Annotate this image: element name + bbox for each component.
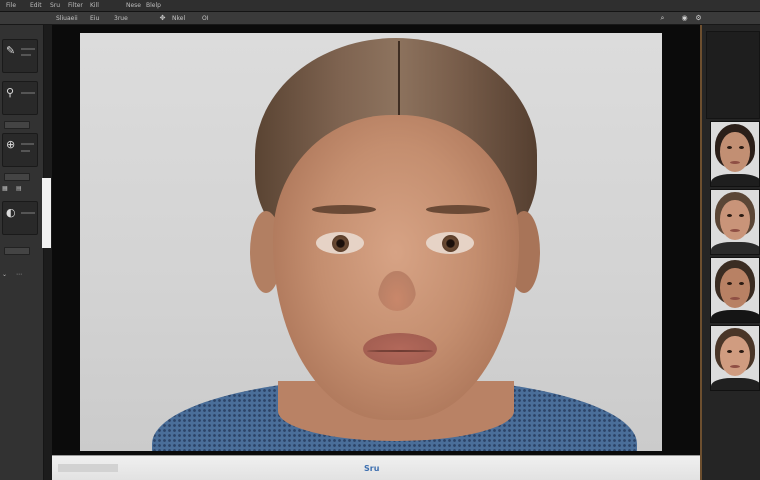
- tool-panel: ✎ ⚲ ⊕ ▦ ▤ ◐ ⌄ ⋯: [0, 25, 44, 480]
- thumbnail-face: [720, 336, 750, 376]
- thumbnail-eye: [727, 350, 732, 353]
- thumbnail-mouth: [730, 297, 740, 300]
- portrait-nose: [378, 271, 416, 311]
- portrait-thumbnail-2[interactable]: [710, 189, 760, 255]
- thumbnail-body: [711, 174, 759, 186]
- tool-row: [21, 143, 34, 145]
- thumbnail-body: [711, 378, 759, 390]
- chevron-down-icon[interactable]: ⌄: [2, 271, 14, 279]
- adjust-icon: ◐: [6, 206, 16, 219]
- eyedropper-icon: ⚲: [6, 86, 15, 99]
- status-bar: Sru: [52, 455, 700, 480]
- more-icon[interactable]: ⋯: [16, 271, 28, 279]
- thumbnail-eye: [739, 214, 744, 217]
- settings-icon[interactable]: ⚙: [694, 14, 703, 23]
- thumbnail-face: [720, 268, 750, 308]
- portrait-lip-line: [367, 350, 433, 352]
- lock-icon[interactable]: ◉: [680, 14, 689, 23]
- document-workspace: [52, 25, 700, 455]
- tool-row: [21, 92, 35, 94]
- portrait-iris-left: [332, 235, 349, 252]
- grid-icon[interactable]: ▤: [16, 185, 28, 193]
- tool-option-button[interactable]: [4, 247, 30, 255]
- option-1[interactable]: Sliuaeii: [56, 14, 78, 23]
- move-icon[interactable]: ✥: [158, 14, 167, 23]
- thumbnail-mouth: [730, 161, 740, 164]
- thumbnail-face: [720, 132, 750, 172]
- status-text: Sru: [364, 464, 380, 473]
- portrait-thumbnail-3[interactable]: [710, 257, 760, 323]
- portrait-thumbnail-4[interactable]: [710, 325, 760, 391]
- option-5[interactable]: OI: [202, 14, 209, 23]
- thumbnail-eye: [727, 214, 732, 217]
- thumbnail-eye: [739, 282, 744, 285]
- menu-blelp[interactable]: Blelp: [146, 1, 161, 11]
- thumbnail-eye: [739, 350, 744, 353]
- thumbnail-body: [711, 242, 759, 254]
- portrait-hair-part: [398, 41, 400, 121]
- portrait-iris-right: [442, 235, 459, 252]
- tool-eyedropper[interactable]: ⚲: [2, 81, 38, 115]
- option-3[interactable]: 3rue: [114, 14, 128, 23]
- brush-icon: ✎: [6, 44, 16, 57]
- menu-bar: File Edit Sru Filter Kill Nese Blelp: [0, 0, 760, 12]
- tool-row: [21, 150, 30, 152]
- menu-filter[interactable]: Filter: [68, 1, 83, 11]
- tool-brush[interactable]: ✎: [2, 39, 38, 73]
- tool-option-button[interactable]: [4, 121, 30, 129]
- thumbnail-eye: [727, 146, 732, 149]
- image-canvas[interactable]: [80, 33, 662, 451]
- portrait-brow-right: [426, 205, 490, 214]
- thumbnail-eye: [739, 146, 744, 149]
- option-2[interactable]: Eiu: [90, 14, 99, 23]
- portrait-thumbnail-1[interactable]: [710, 121, 760, 187]
- options-bar: Sliuaeii Eiu 3rue ✥ Nkel OI ⌕ ◉ ⚙: [0, 12, 760, 25]
- tool-option-button[interactable]: [4, 173, 30, 181]
- menu-kill[interactable]: Kill: [90, 1, 99, 11]
- zoom-icon[interactable]: ⌕: [658, 14, 667, 23]
- thumbnail-mouth: [730, 365, 740, 368]
- clone-stamp-icon: ⊕: [6, 138, 16, 151]
- menu-file[interactable]: File: [6, 1, 16, 11]
- thumbnail-eye: [727, 282, 732, 285]
- portrait-face: [273, 115, 519, 420]
- tool-clone[interactable]: ⊕: [2, 133, 38, 167]
- menu-edit[interactable]: Edit: [30, 1, 42, 11]
- portrait-brow-left: [312, 205, 376, 214]
- tool-row: [21, 54, 31, 56]
- right-panel: [700, 25, 760, 480]
- tool-adjust[interactable]: ◐: [2, 201, 38, 235]
- menu-nese[interactable]: Nese: [126, 1, 141, 11]
- thumbnail-face: [720, 200, 750, 240]
- portrait-lips: [363, 333, 437, 365]
- menu-sru[interactable]: Sru: [50, 1, 60, 11]
- thumbnail-mouth: [730, 229, 740, 232]
- tool-row: [21, 48, 35, 50]
- tool-panel-scrollbar[interactable]: [42, 178, 51, 248]
- option-4[interactable]: Nkel: [172, 14, 185, 23]
- status-info: [58, 464, 118, 472]
- navigator-panel: [706, 31, 760, 119]
- layers-icon[interactable]: ▦: [2, 185, 14, 193]
- tool-row: [21, 212, 35, 214]
- thumbnail-body: [711, 310, 759, 322]
